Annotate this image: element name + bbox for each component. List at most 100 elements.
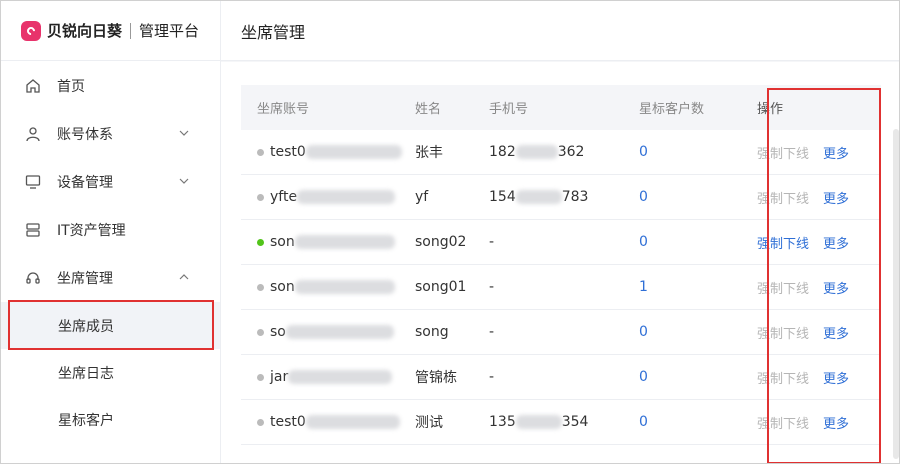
account-cell: test0 (241, 414, 415, 430)
server-icon (23, 222, 43, 238)
name-cell: 张丰 (415, 145, 443, 161)
sidebar-item-it-assets[interactable]: IT资产管理 (1, 206, 220, 254)
force-offline-button: 强制下线 (757, 416, 810, 432)
sidebar-nav: 首页 账号体系 设备管理 IT资产管理 坐席管理 坐席成员 坐席日志 星标客户 (1, 61, 220, 443)
column-header-account: 坐席账号 (257, 102, 310, 117)
monitor-icon (23, 174, 43, 190)
offline-status-dot (257, 193, 264, 201)
page-header: 坐席管理 (221, 1, 899, 61)
starred-count[interactable]: 0 (639, 144, 755, 160)
actions-cell: 强制下线 更多 (755, 323, 881, 342)
redacted-blur (294, 280, 395, 294)
phone-cell: 135 354 (489, 414, 639, 430)
more-button[interactable]: 更多 (823, 368, 849, 387)
starred-count[interactable]: 1 (639, 279, 755, 295)
account-text: son (270, 279, 295, 295)
redacted-blur (297, 190, 396, 204)
account-cell: son (241, 279, 415, 295)
starred-count[interactable]: 0 (639, 324, 755, 340)
sidebar-item-label: IT资产管理 (57, 223, 126, 239)
table-row: jar 管锦栋 - 0 强制下线 更多 (241, 355, 881, 400)
more-button[interactable]: 更多 (823, 233, 849, 252)
more-button[interactable]: 更多 (823, 278, 849, 297)
more-button[interactable]: 更多 (823, 143, 849, 162)
brand-name: 贝锐向日葵 (47, 22, 123, 40)
offline-status-dot (257, 148, 264, 156)
starred-count[interactable]: 0 (639, 189, 755, 205)
account-text: yfte (270, 189, 298, 205)
table-card: 坐席账号 姓名 手机号 星标客户数 操作 test0 张丰 182 362 0 强… (221, 62, 899, 463)
phone-prefix: - (489, 234, 495, 250)
column-header-name: 姓名 (415, 102, 442, 117)
account-cell: yfte (241, 189, 415, 205)
phone-suffix: 783 (561, 189, 589, 205)
starred-count[interactable]: 0 (639, 234, 755, 250)
account-text: jar (270, 369, 289, 385)
table-row: son song02 - 0 强制下线 更多 (241, 220, 881, 265)
redacted-blur (294, 235, 395, 249)
more-button[interactable]: 更多 (823, 413, 849, 432)
phone-suffix: 362 (557, 144, 585, 160)
offline-status-dot (257, 328, 264, 336)
vertical-scrollbar[interactable] (893, 129, 899, 459)
phone-cell: - (489, 234, 639, 250)
sidebar-item-seat-members[interactable]: 坐席成员 (1, 302, 220, 349)
table-row: test0 测试 135 354 0 强制下线 更多 (241, 400, 881, 445)
main-content: 坐席管理 坐席账号 姓名 手机号 星标客户数 操作 test0 张丰 182 36… (221, 1, 899, 463)
redacted-blur (288, 370, 393, 384)
redacted-blur (285, 325, 394, 339)
actions-cell: 强制下线 更多 (755, 413, 881, 432)
sidebar-item-home[interactable]: 首页 (1, 62, 220, 110)
column-header-phone: 手机号 (489, 102, 529, 117)
actions-cell: 强制下线 更多 (755, 233, 881, 252)
brand-divider (130, 22, 132, 39)
starred-count[interactable]: 0 (639, 369, 755, 385)
force-offline-button: 强制下线 (757, 281, 810, 297)
sunlogin-logo-icon (21, 20, 41, 41)
name-cell: song01 (415, 279, 467, 295)
column-header-starred-count: 星标客户数 (639, 102, 705, 117)
sidebar-item-seat-logs[interactable]: 坐席日志 (1, 349, 220, 396)
page-title: 坐席管理 (241, 22, 306, 42)
account-cell: jar (241, 369, 415, 385)
name-cell: 管锦栋 (415, 370, 457, 386)
account-text: test0 (270, 414, 306, 430)
online-status-dot (257, 238, 264, 246)
account-cell: so (241, 324, 415, 340)
phone-prefix: - (489, 369, 495, 385)
table-header: 坐席账号 姓名 手机号 星标客户数 操作 (241, 85, 881, 130)
table-row: son song01 - 1 强制下线 更多 (241, 265, 881, 310)
user-icon (23, 126, 43, 142)
force-offline-button: 强制下线 (757, 326, 810, 342)
redacted-blur (515, 415, 562, 429)
redacted-blur (515, 145, 558, 159)
offline-status-dot (257, 418, 264, 426)
actions-cell: 强制下线 更多 (755, 368, 881, 387)
table-row: test0 张丰 182 362 0 强制下线 更多 (241, 130, 881, 175)
offline-status-dot (257, 373, 264, 381)
actions-cell: 强制下线 更多 (755, 143, 881, 162)
actions-cell: 强制下线 更多 (755, 188, 881, 207)
seat-table: 坐席账号 姓名 手机号 星标客户数 操作 test0 张丰 182 362 0 强… (241, 85, 881, 445)
phone-prefix: 154 (489, 189, 516, 205)
account-text: son (270, 234, 295, 250)
headset-icon (23, 270, 43, 286)
starred-count[interactable]: 0 (639, 414, 755, 430)
sidebar-item-label: 坐席管理 (57, 271, 113, 287)
redacted-blur (515, 190, 562, 204)
more-button[interactable]: 更多 (823, 323, 849, 342)
more-button[interactable]: 更多 (823, 188, 849, 207)
sidebar-item-seats[interactable]: 坐席管理 (1, 254, 220, 302)
redacted-blur (305, 145, 402, 159)
sidebar-item-accounts[interactable]: 账号体系 (1, 110, 220, 158)
phone-prefix: 135 (489, 414, 516, 430)
name-cell: song02 (415, 234, 467, 250)
sidebar-item-starred[interactable]: 星标客户 (1, 396, 220, 443)
actions-cell: 强制下线 更多 (755, 278, 881, 297)
phone-cell: 182 362 (489, 144, 639, 160)
account-text: so (270, 324, 286, 340)
table-row: so song - 0 强制下线 更多 (241, 310, 881, 355)
force-offline-button[interactable]: 强制下线 (757, 233, 809, 252)
sidebar-item-devices[interactable]: 设备管理 (1, 158, 220, 206)
sidebar-item-label: 坐席日志 (58, 365, 114, 382)
